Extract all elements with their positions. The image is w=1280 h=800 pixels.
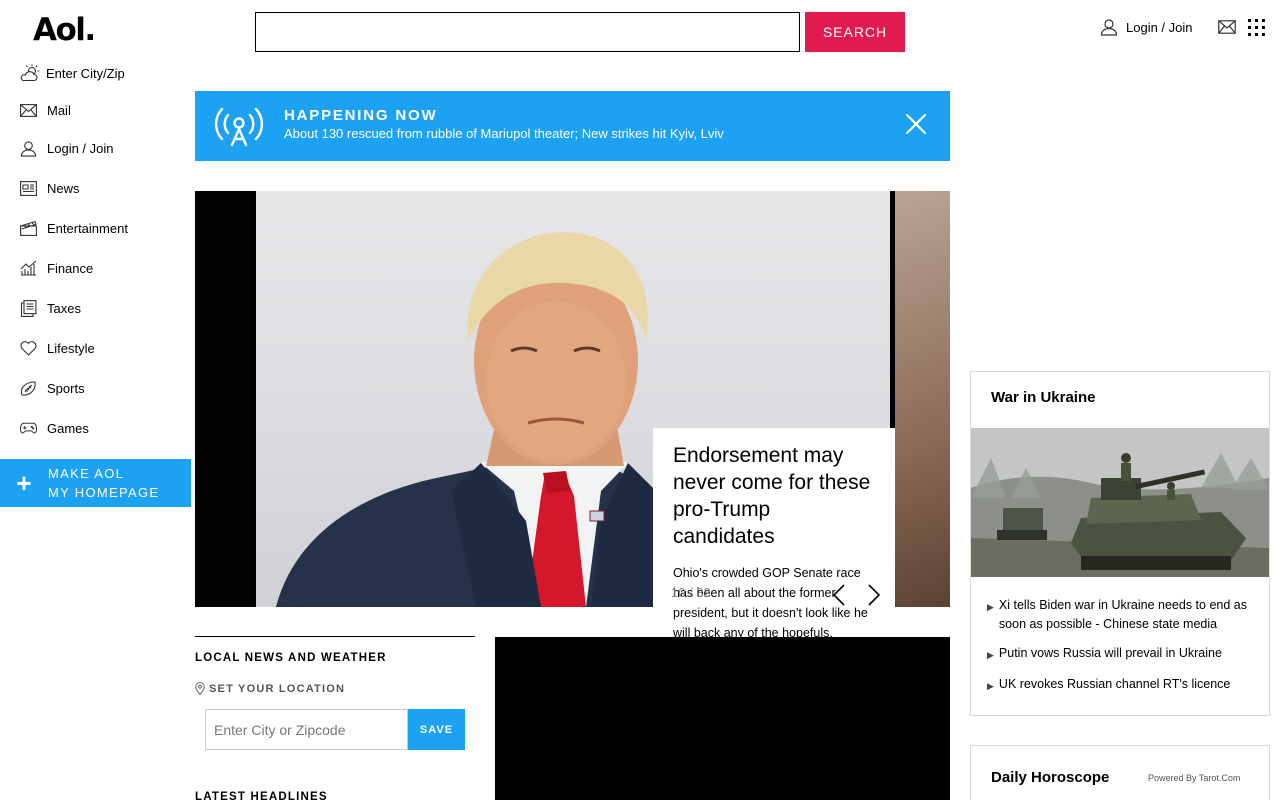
list-item[interactable]: ▶ Putin vows Russia will prevail in Ukrai… <box>987 644 1257 665</box>
gamepad-icon <box>20 422 37 434</box>
list-item[interactable]: ▶ UK revokes Russian channel RT's licence <box>987 675 1257 696</box>
clapperboard-icon <box>20 220 37 236</box>
play-bullet-icon: ▶ <box>987 650 994 660</box>
make-homepage-line2: MY HOMEPAGE <box>48 485 160 500</box>
powered-by-label[interactable]: Powered By Tarot.Com <box>1148 773 1240 783</box>
sidebar-item-lifestyle[interactable]: Lifestyle <box>20 328 195 368</box>
ukraine-photo[interactable] <box>971 428 1269 577</box>
football-icon <box>20 380 36 396</box>
happening-now-label: HAPPENING NOW <box>284 107 438 124</box>
sidebar-item-entertainment[interactable]: Entertainment <box>20 208 195 248</box>
sidebar-item-label: Entertainment <box>47 220 128 236</box>
weather-icon <box>20 64 40 82</box>
ukraine-headlines: ▶ Xi tells Biden war in Ukraine needs to … <box>987 596 1257 706</box>
carousel-prev-slide-image <box>195 191 250 607</box>
user-icon <box>1100 19 1118 36</box>
heart-icon <box>20 340 37 356</box>
carousel-caption[interactable]: Endorsement may never come for these pro… <box>653 428 895 640</box>
make-homepage-line1: MAKE AOL <box>48 466 125 481</box>
location-pin-icon <box>195 682 205 695</box>
sidebar-item-login[interactable]: Login / Join <box>20 134 195 162</box>
carousel-headline[interactable]: Endorsement may never come for these pro… <box>673 442 875 550</box>
newspaper-icon <box>20 180 37 196</box>
headline-text[interactable]: Putin vows Russia will prevail in Ukrain… <box>999 644 1222 665</box>
horoscope-panel: Daily Horoscope Powered By Tarot.Com <box>970 745 1270 800</box>
zipcode-input[interactable]: Enter City or Zipcode <box>205 709 408 750</box>
tank-illustration <box>971 428 1269 577</box>
user-icon <box>20 140 37 157</box>
broadcast-icon <box>214 107 264 147</box>
play-bullet-icon: ▶ <box>987 681 994 691</box>
sidebar-item-games[interactable]: Games <box>20 408 195 448</box>
sidebar-nav: Mail Login / Join News Entertainment Fin… <box>20 98 195 448</box>
header-mail-button[interactable] <box>1218 20 1236 39</box>
search-button[interactable]: SEARCH <box>805 12 905 52</box>
aol-logo[interactable]: Aol. <box>33 12 96 48</box>
headline-text[interactable]: UK revokes Russian channel RT's licence <box>999 675 1230 696</box>
close-icon[interactable] <box>905 113 927 135</box>
sidebar-item-label: Sports <box>47 380 85 396</box>
header-login-link[interactable]: Login / Join <box>1100 18 1193 36</box>
sidebar-item-sports[interactable]: Sports <box>20 368 195 408</box>
apps-grid-icon[interactable] <box>1248 19 1265 36</box>
plus-icon: + <box>16 468 32 498</box>
happening-now-text[interactable]: About 130 rescued from rubble of Mariupo… <box>284 126 724 141</box>
sidebar-item-news[interactable]: News <box>20 168 195 208</box>
set-location-link[interactable]: SET YOUR LOCATION <box>195 682 345 695</box>
ukraine-panel-title[interactable]: War in Ukraine <box>991 389 1095 406</box>
mail-icon <box>20 103 37 117</box>
sidebar-item-label: Taxes <box>47 300 81 316</box>
sidebar-item-label: Finance <box>47 260 94 276</box>
chevron-left-icon[interactable] <box>831 583 847 607</box>
ukraine-panel: War in Ukraine ▶ Xi tells Biden war in Uk… <box>970 371 1270 716</box>
set-location-label: SET YOUR LOCATION <box>209 682 346 695</box>
headline-text[interactable]: Xi tells Biden war in Ukraine needs to e… <box>999 596 1257 634</box>
latest-headlines-title: LATEST HEADLINES <box>195 791 328 800</box>
play-bullet-icon: ▶ <box>987 602 994 612</box>
chevron-right-icon[interactable] <box>866 583 882 607</box>
make-homepage-button[interactable]: + MAKE AOL MY HOMEPAGE <box>0 459 191 507</box>
sidebar-item-label: Games <box>47 420 89 436</box>
sidebar-weather[interactable]: Enter City/Zip <box>20 64 125 82</box>
video-player[interactable] <box>495 637 950 800</box>
list-item[interactable]: ▶ Xi tells Biden war in Ukraine needs to … <box>987 596 1257 634</box>
horoscope-title[interactable]: Daily Horoscope <box>991 769 1109 786</box>
chart-icon <box>20 260 37 276</box>
local-news-title: LOCAL NEWS AND WEATHER <box>195 652 387 664</box>
search-input[interactable] <box>255 12 800 52</box>
sidebar-item-label: Login / Join <box>47 140 114 156</box>
header-login-label: Login / Join <box>1126 19 1193 35</box>
carousel-next-slide-image <box>895 191 950 607</box>
sidebar-item-taxes[interactable]: Taxes <box>20 288 195 328</box>
sidebar-item-label: Lifestyle <box>47 340 95 356</box>
mail-icon <box>1218 20 1236 34</box>
sidebar-item-mail[interactable]: Mail <box>20 98 195 122</box>
sidebar-item-finance[interactable]: Finance <box>20 248 195 288</box>
documents-icon <box>20 299 37 317</box>
divider <box>195 636 475 637</box>
carousel-counter: 10 / 32 <box>671 585 711 600</box>
sidebar-weather-label: Enter City/Zip <box>46 65 125 81</box>
sidebar-item-label: Mail <box>47 102 71 118</box>
happening-now-banner[interactable]: HAPPENING NOW About 130 rescued from rub… <box>195 91 950 161</box>
sidebar-item-label: News <box>47 180 80 196</box>
save-location-button[interactable]: SAVE <box>408 709 465 750</box>
